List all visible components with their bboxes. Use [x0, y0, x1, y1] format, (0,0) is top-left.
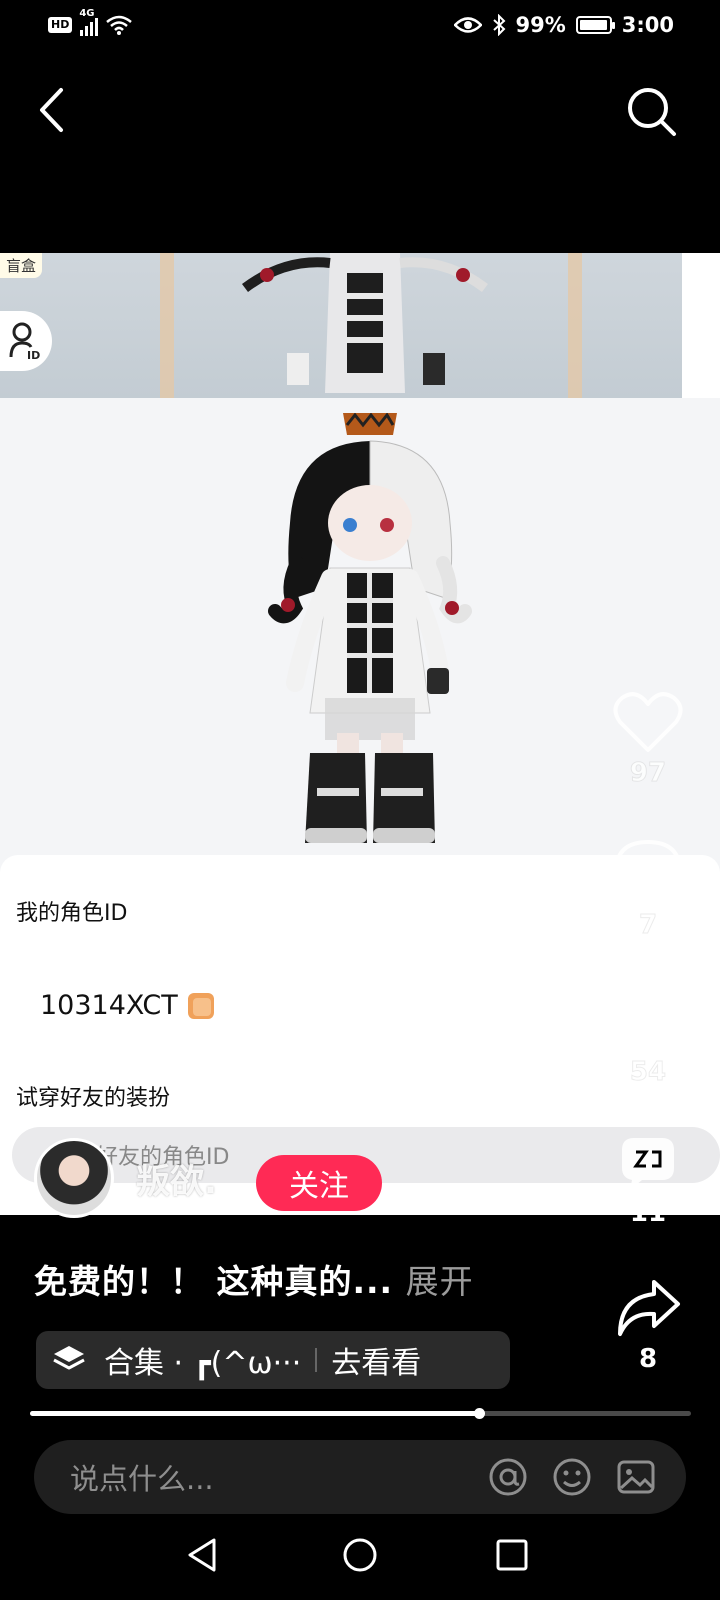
search-button[interactable] [622, 82, 682, 142]
bluetooth-icon [492, 14, 505, 36]
star-icon [614, 987, 682, 1052]
image-icon[interactable] [616, 1457, 656, 1497]
id-person-icon: ID [9, 322, 40, 361]
progress-knob[interactable] [474, 1408, 486, 1419]
author-row: 叛欲. [34, 1138, 217, 1218]
share-icon [622, 1138, 674, 1190]
top-nav [0, 60, 720, 170]
favorite-count: 54 [629, 1057, 667, 1088]
nav-back-icon[interactable] [178, 1530, 228, 1580]
favorite-button[interactable]: 54 [608, 985, 688, 1088]
forward-icon [618, 1280, 680, 1336]
video-banner: 盲盒 ID [0, 253, 682, 398]
expand-link[interactable]: 展开 [406, 1262, 474, 1301]
share-count: 11 [629, 1198, 667, 1228]
banner-edge [682, 253, 720, 398]
comment-bar[interactable]: 说点什么... [34, 1440, 686, 1514]
at-icon[interactable] [488, 1457, 528, 1497]
system-nav-bar [0, 1524, 720, 1600]
comment-icon [614, 840, 682, 904]
avatar-character-figure [268, 413, 472, 843]
progress-fill [30, 1411, 480, 1416]
hd-badge: HD [48, 17, 73, 33]
clock: 3:00 [621, 13, 674, 37]
character-id-button: ID [0, 311, 52, 371]
collection-label: 合集 · ┏(^ω··· [104, 1346, 302, 1381]
eye-icon [453, 17, 482, 33]
video-caption[interactable]: 免费的！！ 这种真的... 展开 [34, 1255, 474, 1303]
forward-button[interactable]: 8 [608, 1276, 688, 1374]
collection-divider [315, 1348, 318, 1372]
comment-count: 7 [638, 910, 658, 941]
tryon-title: 试穿好友的装扮 [16, 1086, 171, 1111]
author-avatar[interactable] [34, 1138, 114, 1218]
collection-chip[interactable]: 合集 · ┏(^ω··· 去看看 [36, 1331, 510, 1389]
caption-text: 免费的！！ 这种真的... [34, 1262, 394, 1301]
comment-button[interactable]: 7 [608, 838, 688, 941]
author-name[interactable]: 叛欲. [136, 1154, 217, 1203]
character-id-value: 10314XCT [40, 990, 214, 1021]
emoji-icon[interactable] [552, 1457, 592, 1497]
blind-box-label: 盲盒 [0, 253, 43, 278]
go-watch-link[interactable]: 去看看 [331, 1338, 421, 1382]
heart-icon [613, 692, 683, 752]
nav-home-icon[interactable] [335, 1530, 385, 1580]
search-icon [628, 88, 676, 136]
back-icon [40, 88, 63, 132]
status-bar: HD 4G 99% 3:00 [0, 0, 720, 50]
share-button[interactable]: 11 [608, 1130, 688, 1228]
comment-input[interactable]: 说点什么... [70, 1456, 464, 1498]
network-indicator: 4G [79, 8, 99, 36]
playback-progress-bar[interactable] [30, 1408, 691, 1419]
battery-percent: 99% [515, 13, 566, 37]
like-button[interactable]: 97 [608, 690, 688, 789]
nav-recents-icon[interactable] [487, 1530, 537, 1580]
battery-icon [575, 16, 615, 34]
layers-icon [53, 1346, 85, 1370]
back-button[interactable] [28, 80, 88, 140]
banner-character-figure [242, 253, 488, 393]
panel-title: 我的角色ID [16, 901, 128, 926]
wifi-icon [106, 15, 133, 35]
copy-icon [187, 992, 214, 1019]
like-count: 97 [629, 758, 667, 789]
follow-button[interactable]: 关注 [256, 1155, 382, 1211]
svg-text:ID: ID [27, 349, 40, 361]
forward-count: 8 [638, 1344, 658, 1374]
